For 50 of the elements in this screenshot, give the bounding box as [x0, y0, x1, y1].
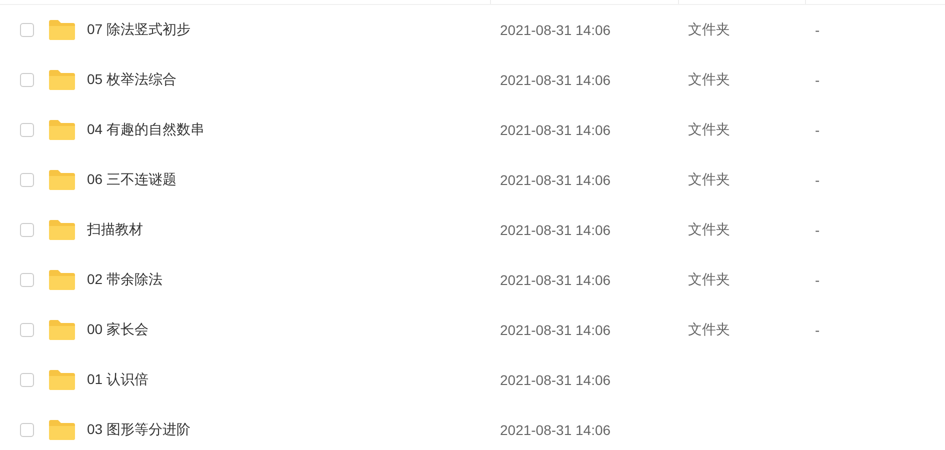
file-name[interactable]: 07 除法竖式初步 [87, 21, 190, 39]
file-name[interactable]: 01 认识倍 [87, 371, 148, 389]
modified-date: 2021-08-31 14:06 [500, 322, 611, 338]
file-type: 文件夹 [688, 21, 730, 37]
checkbox[interactable] [20, 23, 34, 37]
checkbox[interactable] [20, 423, 34, 437]
folder-icon [49, 320, 75, 340]
modified-date: 2021-08-31 14:06 [500, 22, 611, 38]
modified-date: 2021-08-31 14:06 [500, 72, 611, 88]
file-type: 文件夹 [688, 121, 730, 137]
file-size: - [815, 322, 820, 338]
checkbox[interactable] [20, 323, 34, 337]
modified-date: 2021-08-31 14:06 [500, 422, 611, 438]
file-type: 文件夹 [688, 171, 730, 187]
file-type: 文件夹 [688, 321, 730, 337]
file-name[interactable]: 04 有趣的自然数串 [87, 121, 204, 139]
checkbox[interactable] [20, 223, 34, 237]
folder-icon [49, 20, 75, 40]
file-type: 文件夹 [688, 271, 730, 287]
checkbox[interactable] [20, 173, 34, 187]
modified-date: 2021-08-31 14:06 [500, 172, 611, 188]
file-size: - [815, 272, 820, 288]
checkbox[interactable] [20, 73, 34, 87]
file-name[interactable]: 00 家长会 [87, 321, 148, 339]
checkbox[interactable] [20, 373, 34, 387]
modified-date: 2021-08-31 14:06 [500, 122, 611, 138]
modified-date: 2021-08-31 14:06 [500, 272, 611, 288]
file-size: - [815, 122, 820, 138]
checkbox[interactable] [20, 123, 34, 137]
folder-icon [49, 120, 75, 140]
file-name[interactable]: 02 带余除法 [87, 271, 162, 289]
checkbox[interactable] [20, 273, 34, 287]
file-size: - [815, 22, 820, 38]
file-name[interactable]: 05 枚举法综合 [87, 71, 176, 89]
file-name[interactable]: 扫描教材 [87, 221, 143, 239]
folder-icon [49, 70, 75, 90]
folder-icon [49, 420, 75, 440]
file-size: - [815, 172, 820, 188]
file-type: 文件夹 [688, 71, 730, 87]
file-size: - [815, 222, 820, 238]
modified-date: 2021-08-31 14:06 [500, 372, 611, 388]
modified-date: 2021-08-31 14:06 [500, 222, 611, 238]
folder-icon [49, 170, 75, 190]
folder-icon [49, 220, 75, 240]
folder-icon [49, 370, 75, 390]
file-name[interactable]: 03 图形等分进阶 [87, 421, 190, 439]
folder-icon [49, 270, 75, 290]
file-type: 文件夹 [688, 221, 730, 237]
file-name[interactable]: 06 三不连谜题 [87, 171, 176, 189]
file-size: - [815, 72, 820, 88]
